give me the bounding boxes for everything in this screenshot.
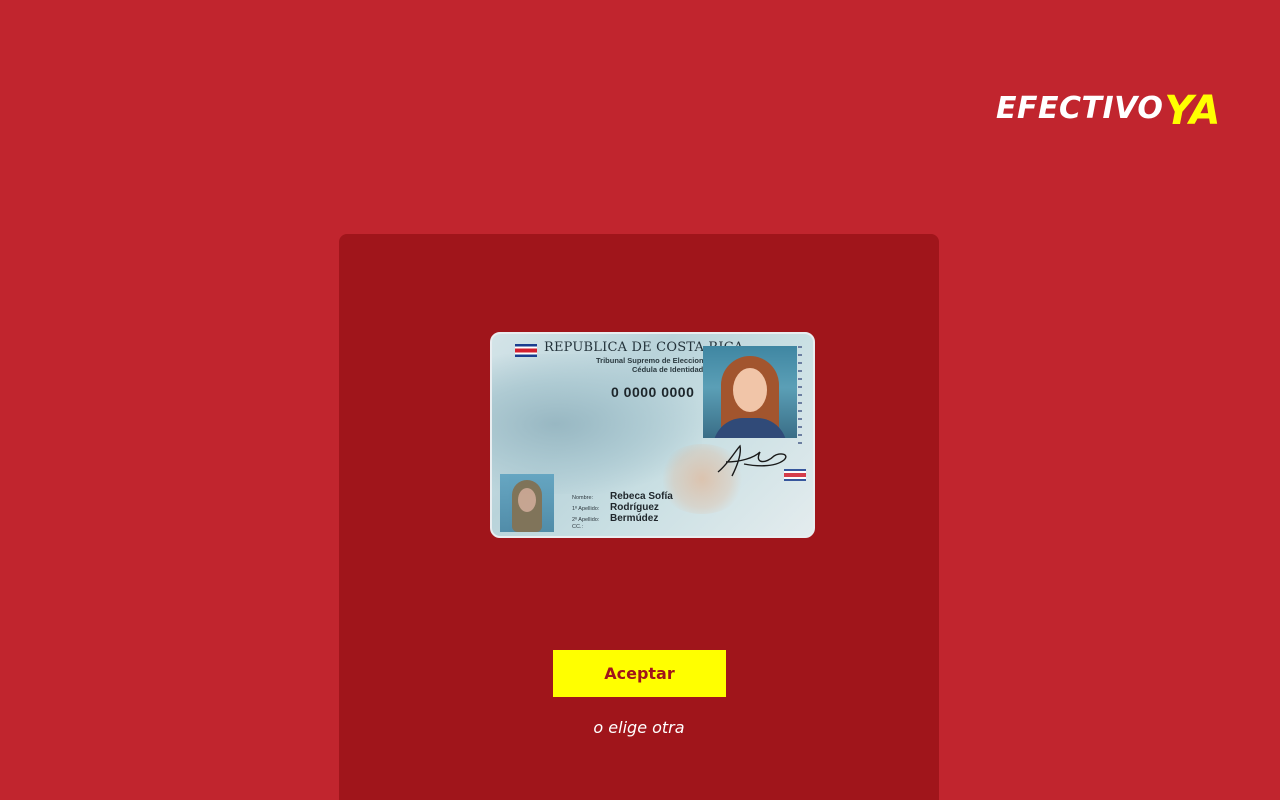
card-field-row: 2º Apellido: Bermúdez [572,513,673,524]
card-field-row: CC.: [572,524,673,535]
accept-button[interactable]: Aceptar [553,650,726,697]
costa-rica-flag-icon [515,344,537,357]
field-value: Rebeca Sofía [610,491,673,502]
small-flag-icon [784,469,806,481]
card-issuer: Tribunal Supremo de Elecciones [596,356,712,365]
card-number: 0 0000 0000 [611,384,695,400]
signature-icon [717,444,787,477]
id-card-image: REPUBLICA DE COSTA RICA Tribunal Supremo… [490,332,815,538]
field-value: Rodríguez [610,502,659,513]
logo-accent: YA [1164,88,1221,134]
choose-other-link[interactable]: o elige otra [339,718,939,737]
card-field-row: Nombre: Rebeca Sofía [572,491,673,502]
logo-word: EFECTIVO [996,91,1164,126]
brand-logo: EFECTIVO YA [996,86,1220,132]
card-fields: Nombre: Rebeca Sofía 1º Apellido: Rodríg… [572,491,673,535]
field-label: 1º Apellido: [572,506,600,512]
card-field-row: 1º Apellido: Rodríguez [572,502,673,513]
page: EFECTIVO YA REPUBLICA DE COSTA RICA Trib… [0,0,1280,800]
field-label: Nombre: [572,495,594,501]
field-label: 2º Apellido: [572,517,600,523]
card-doc-type: Cédula de Identidad [632,365,704,374]
field-value: Bermúdez [610,513,659,524]
id-selection-panel: REPUBLICA DE COSTA RICA Tribunal Supremo… [339,234,939,800]
card-star-strip [798,346,802,446]
field-label: CC.: [572,524,583,530]
card-holder-photo [703,346,797,438]
card-holder-ghost-photo [500,474,554,532]
